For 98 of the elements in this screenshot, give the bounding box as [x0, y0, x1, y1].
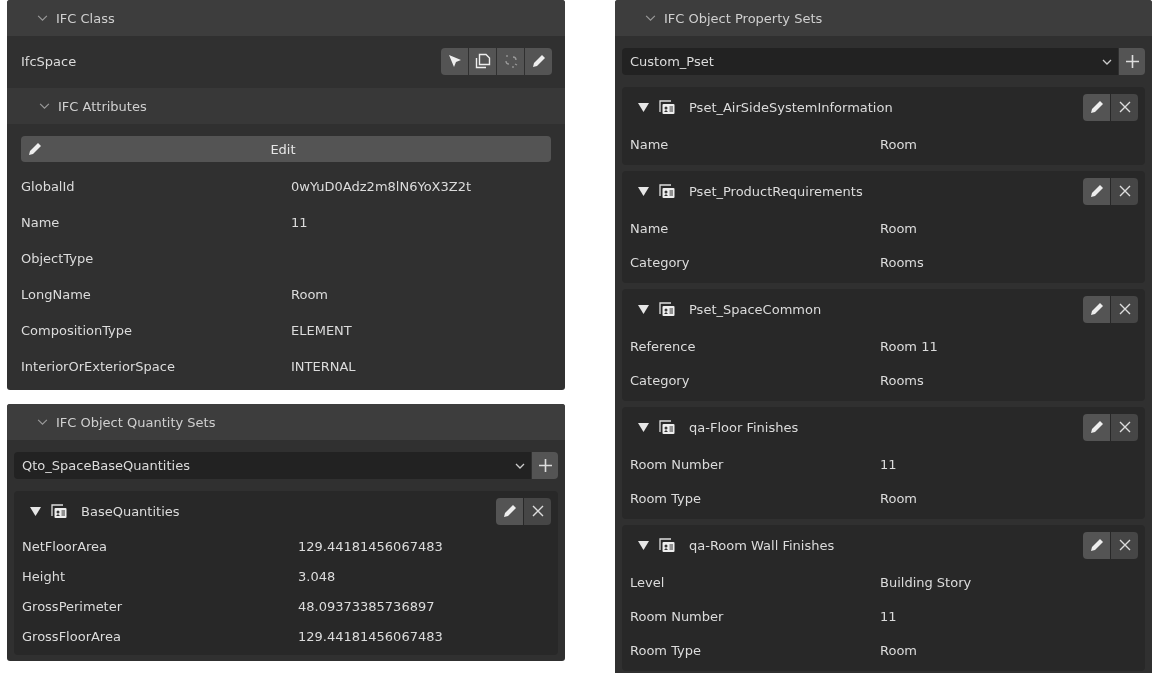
card-icon — [659, 419, 675, 435]
property-name: GrossPerimeter — [22, 598, 124, 614]
property-name: Room Number — [630, 456, 725, 472]
property-name: Room Type — [630, 642, 702, 658]
edit-button[interactable] — [1083, 413, 1110, 441]
attribute-name: GlobalId — [21, 178, 76, 194]
panel-header[interactable]: IFC Object Property Sets — [615, 0, 1152, 36]
attribute-value: Room — [291, 286, 329, 302]
property-value: 11 — [880, 608, 897, 624]
property-set-name: BaseQuantities — [81, 503, 181, 519]
attribute-value: 11 — [291, 214, 308, 230]
pencil-icon — [27, 141, 43, 157]
unlink-button[interactable] — [497, 47, 524, 75]
attribute-name: CompositionType — [21, 322, 134, 338]
remove-button[interactable] — [1111, 413, 1138, 441]
attribute-name: InteriorOrExteriorSpace — [21, 358, 176, 374]
property-value: Room 11 — [880, 338, 938, 354]
property-value: Room — [880, 642, 918, 658]
remove-button[interactable] — [524, 497, 551, 525]
property-value: Room — [880, 220, 918, 236]
property-name: Reference — [630, 338, 697, 354]
edit-button[interactable] — [1083, 531, 1110, 559]
attribute-name: Name — [21, 214, 61, 230]
card-icon — [659, 301, 675, 317]
property-name: GrossFloorArea — [22, 628, 122, 644]
property-name: Category — [630, 254, 691, 270]
property-name: Level — [630, 574, 666, 590]
attribute-value: INTERNAL — [291, 358, 356, 374]
subpanel-header[interactable]: IFC Attributes — [7, 88, 565, 124]
remove-button[interactable] — [1111, 531, 1138, 559]
property-set-name: Pset_AirSideSystemInformation — [689, 99, 894, 115]
property-name: Name — [630, 220, 670, 236]
property-name: Room Type — [630, 490, 702, 506]
close-icon — [1118, 539, 1131, 551]
select-button[interactable] — [441, 47, 468, 75]
card-icon — [659, 537, 675, 553]
property-value: 129.44181456067483 — [298, 628, 443, 644]
close-icon — [1118, 185, 1131, 197]
attribute-name: ObjectType — [21, 250, 95, 266]
property-name: Height — [22, 568, 66, 584]
pencil-icon — [1088, 537, 1105, 553]
close-icon — [531, 505, 544, 517]
property-set-name: qa-Room Wall Finishes — [689, 537, 836, 553]
property-name: Category — [630, 372, 691, 388]
close-icon — [1118, 421, 1131, 433]
panel-header[interactable]: IFC Object Quantity Sets — [7, 404, 565, 440]
pset-dropdown[interactable]: Custom_Pset — [622, 48, 1118, 75]
close-icon — [1118, 101, 1131, 113]
property-value: 3.048 — [298, 568, 336, 584]
dropdown-chevron-icon — [1102, 58, 1112, 65]
pencil-icon — [1088, 183, 1105, 199]
card-icon — [51, 503, 67, 519]
attribute-value: 0wYuD0Adz2m8lN6YoX3Z2t — [291, 178, 472, 194]
remove-button[interactable] — [1111, 177, 1138, 205]
edit-button[interactable] — [1083, 177, 1110, 205]
property-name: Room Number — [630, 608, 725, 624]
copy-button[interactable] — [469, 47, 496, 75]
edit-button[interactable]: Edit — [21, 136, 551, 162]
card-icon — [659, 183, 675, 199]
pencil-icon — [1088, 419, 1105, 435]
property-value: Room — [880, 136, 918, 152]
pencil-icon — [530, 53, 547, 69]
edit-button[interactable] — [1083, 93, 1110, 121]
pset-dropdown[interactable]: Qto_SpaceBaseQuantities — [14, 452, 531, 479]
close-icon — [1118, 303, 1131, 315]
edit-button[interactable] — [496, 497, 523, 525]
card-icon — [659, 99, 675, 115]
property-name: Name — [630, 136, 670, 152]
remove-button[interactable] — [1111, 295, 1138, 323]
plus-icon — [1125, 55, 1139, 68]
pencil-icon — [501, 503, 518, 519]
property-value: 11 — [880, 456, 897, 472]
add-button[interactable] — [1119, 48, 1145, 75]
property-value: 48.09373385736897 — [298, 598, 435, 614]
dropdown-chevron-icon — [515, 462, 525, 469]
copy-icon — [474, 53, 491, 69]
property-value: Room — [880, 490, 918, 506]
property-set-name: qa-Floor Finishes — [689, 419, 800, 435]
property-set-name: Pset_ProductRequirements — [689, 183, 864, 199]
attribute-name: LongName — [21, 286, 92, 302]
cursor-icon — [446, 53, 463, 69]
property-set-name: Pset_SpaceCommon — [689, 301, 823, 317]
remove-button[interactable] — [1111, 93, 1138, 121]
property-name: NetFloorArea — [22, 538, 109, 554]
property-value: Rooms — [880, 254, 924, 270]
add-button[interactable] — [532, 452, 558, 479]
edit-button[interactable] — [1083, 295, 1110, 323]
pencil-icon — [1088, 301, 1105, 317]
panel-header[interactable]: IFC Class — [7, 0, 565, 36]
attribute-value: ELEMENT — [291, 322, 352, 338]
property-value: Building Story — [880, 574, 972, 590]
pencil-icon — [1088, 99, 1105, 115]
class-name: IfcSpace — [21, 53, 77, 69]
plus-icon — [538, 459, 552, 472]
edit-button[interactable] — [525, 47, 552, 75]
broken-link-icon — [502, 53, 519, 69]
property-value: 129.44181456067483 — [298, 538, 443, 554]
property-value: Rooms — [880, 372, 924, 388]
